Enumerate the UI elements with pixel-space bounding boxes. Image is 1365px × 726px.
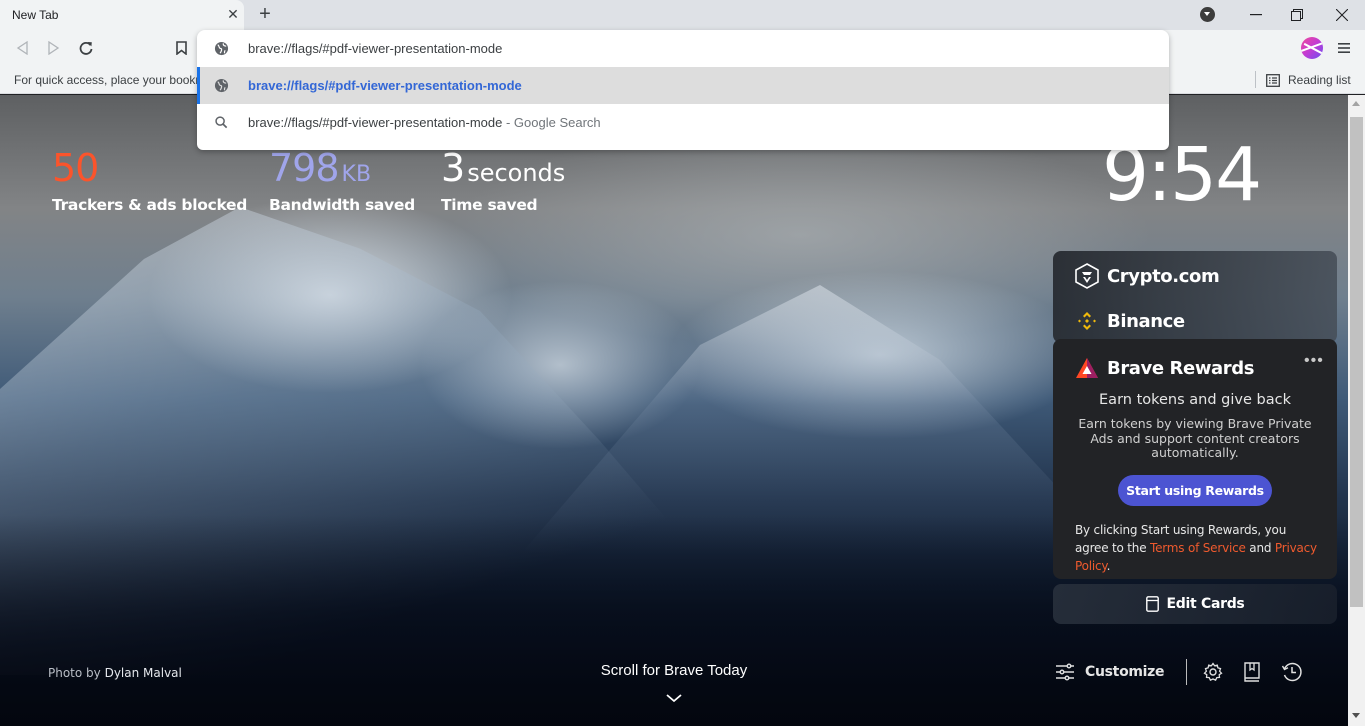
minimize-button[interactable] (1233, 0, 1279, 30)
stat-time: 3 seconds Time saved (441, 148, 565, 214)
legal-suffix: . (1106, 559, 1111, 573)
more-dots-icon[interactable]: ••• (1304, 353, 1324, 369)
crypto-com-logo-icon (1075, 263, 1099, 289)
rewards-description: Earn tokens by viewing Brave Private Ads… (1078, 416, 1312, 460)
hamburger-menu-icon (1338, 43, 1350, 53)
chevron-down-icon[interactable] (665, 692, 683, 704)
window-close-icon (1336, 9, 1348, 21)
customize-label: Customize (1085, 664, 1165, 680)
omnibox-suggestion-url[interactable]: brave://flags/#pdf-viewer-presentation-m… (197, 67, 1169, 104)
address-bar-value: brave://flags/#pdf-viewer-presentation-m… (248, 41, 503, 56)
tab-title: New Tab (12, 8, 59, 22)
suggestion-text: brave://flags/#pdf-viewer-presentation-m… (248, 78, 522, 93)
crypto-com-label: Crypto.com (1107, 265, 1220, 287)
binance-label: Binance (1107, 310, 1185, 332)
sliders-icon (1056, 663, 1074, 681)
search-icon (215, 116, 228, 129)
close-icon[interactable]: ✕ (226, 6, 240, 22)
bat-logo-icon (1076, 358, 1098, 378)
address-bar-input[interactable]: brave://flags/#pdf-viewer-presentation-m… (197, 30, 1169, 67)
crypto-com-card[interactable]: Crypto.com Binance (1053, 251, 1337, 343)
suggestion-suffix: - Google Search (502, 115, 601, 130)
stat-trackers: 50 Trackers & ads blocked (52, 148, 247, 214)
stat-label: Time saved (441, 196, 538, 214)
minimize-icon (1250, 14, 1262, 16)
binance-title[interactable]: Binance (1075, 309, 1185, 333)
stat-label: Trackers & ads blocked (52, 196, 248, 214)
tab-new-tab[interactable]: New Tab ✕ (0, 0, 244, 30)
settings-gear-icon (1203, 662, 1223, 681)
brave-rewards-title: Brave Rewards (1075, 357, 1254, 379)
reading-list-button[interactable]: Reading list (1266, 71, 1351, 89)
bookmarks-book-icon (1244, 662, 1260, 682)
edit-cards-label: Edit Cards (1166, 596, 1245, 612)
back-arrow-icon (16, 41, 28, 55)
reading-list-label: Reading list (1288, 73, 1351, 87)
plus-icon[interactable]: + (256, 4, 274, 24)
toolbar-separator (1186, 659, 1188, 685)
brave-rewards-label: Brave Rewards (1107, 357, 1255, 379)
bookmarks-button[interactable] (1243, 662, 1261, 682)
page-scrollbar[interactable] (1348, 95, 1365, 726)
suggestion-text: brave://flags/#pdf-viewer-presentation-m… (248, 115, 503, 130)
edit-cards-button[interactable]: Edit Cards (1053, 584, 1337, 624)
settings-button[interactable] (1203, 662, 1223, 682)
history-clock-icon (1282, 662, 1302, 682)
stat-value: 50 (52, 146, 99, 190)
bookmark-button[interactable] (171, 38, 191, 58)
forward-button[interactable] (44, 38, 64, 58)
rewards-legal-text: By clicking Start using Rewards, you agr… (1075, 521, 1323, 575)
stat-unit: seconds (467, 159, 566, 187)
bookmark-icon (175, 41, 187, 55)
legal-and: and (1245, 541, 1275, 555)
scroll-down-arrow-icon[interactable] (1352, 713, 1360, 718)
stat-bandwidth: 798 KB Bandwidth saved (269, 148, 415, 214)
forward-arrow-icon (48, 41, 60, 55)
edit-cards-icon (1145, 596, 1159, 612)
reload-button[interactable] (76, 38, 96, 58)
back-button[interactable] (12, 38, 32, 58)
restore-button[interactable] (1274, 0, 1320, 30)
menu-button[interactable] (1334, 38, 1354, 58)
background-mountain (520, 285, 1120, 555)
profile-avatar[interactable] (1301, 37, 1323, 59)
omnibox-suggestion-search[interactable]: brave://flags/#pdf-viewer-presentation-m… (197, 104, 1169, 141)
window-close-button[interactable] (1319, 0, 1365, 30)
history-button[interactable] (1281, 661, 1303, 683)
omnibox-dropdown: brave://flags/#pdf-viewer-presentation-m… (197, 30, 1169, 150)
tab-search-icon[interactable] (1200, 7, 1215, 22)
stat-value: 3 (441, 146, 465, 190)
brave-rewards-card: Brave Rewards ••• Earn tokens and give b… (1053, 339, 1337, 579)
crypto-com-title[interactable]: Crypto.com (1075, 263, 1220, 289)
bottom-toolbar: Customize (1055, 658, 1303, 686)
rewards-heading: Earn tokens and give back (1099, 392, 1291, 408)
start-using-rewards-button[interactable]: Start using Rewards (1118, 475, 1272, 506)
terms-of-service-link[interactable]: Terms of Service (1150, 541, 1246, 555)
suggestion-search-wrap: brave://flags/#pdf-viewer-presentation-m… (248, 115, 601, 130)
stat-unit: KB (341, 162, 372, 187)
scrollbar-thumb[interactable] (1350, 117, 1363, 607)
stat-value: 798 (269, 146, 340, 190)
stat-label: Bandwidth saved (269, 196, 415, 214)
restore-icon (1291, 9, 1303, 21)
reading-list-icon (1266, 73, 1280, 87)
title-bar: New Tab ✕ + (0, 0, 1365, 30)
binance-logo-icon (1078, 312, 1096, 330)
reload-icon (79, 42, 93, 55)
globe-icon (214, 41, 229, 56)
scroll-up-arrow-icon[interactable] (1352, 101, 1360, 106)
customize-button[interactable]: Customize (1055, 663, 1165, 681)
globe-icon (214, 78, 229, 93)
bookmarks-separator (1255, 71, 1256, 88)
